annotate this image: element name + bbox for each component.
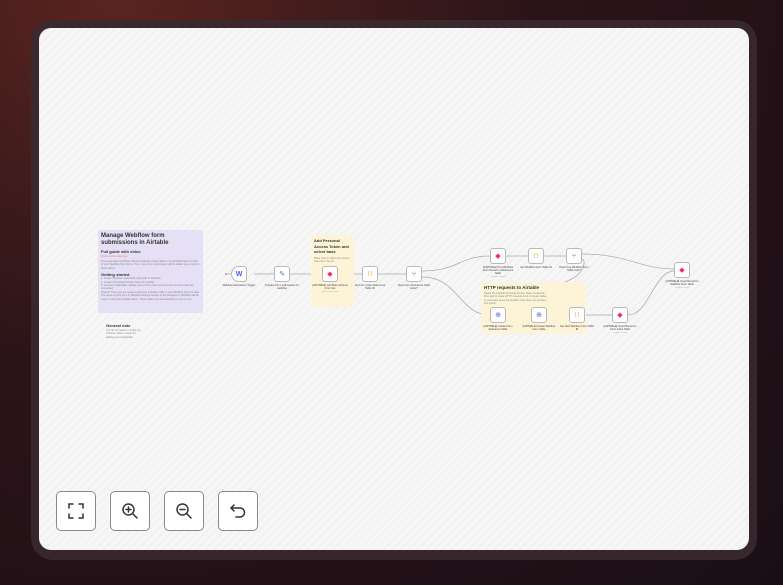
- zoom-out-icon: [176, 503, 192, 519]
- sticky-title: General note: [106, 323, 131, 328]
- workflow-canvas[interactable]: Manage Webflow form submissions in Airta…: [39, 28, 749, 550]
- node-subtitle: create: record: [613, 332, 627, 334]
- node-create-reference-table[interactable]: ⊕: [490, 307, 506, 323]
- webflow-icon: W: [235, 270, 243, 278]
- airtable-icon: ◆: [617, 311, 623, 319]
- node-label: Does Form Reference Table Exist?: [397, 284, 431, 291]
- node-create-webflow-table[interactable]: ⊕: [531, 307, 547, 323]
- code-icon: { }: [574, 311, 580, 318]
- connection: [627, 270, 675, 316]
- node-label: Prepare Form submission for workflow: [265, 284, 299, 291]
- airtable-icon: ◆: [679, 266, 685, 274]
- globe-icon: ⊕: [536, 311, 542, 319]
- sticky-subtitle: Full guide with video: [101, 249, 141, 254]
- video-link[interactable]: Check out the video here: [101, 255, 200, 258]
- node-subtitle: search: record: [491, 276, 505, 278]
- node-label: [AIRTABLE] Insert Record to Webflow Form…: [665, 280, 699, 287]
- zoom-out-button[interactable]: [164, 491, 204, 531]
- undo-icon: [230, 504, 246, 518]
- if-icon: ⑂: [411, 270, 417, 278]
- edit-icon: ✎: [279, 270, 285, 278]
- sticky-body: Select the Airtable Personal Access Toke…: [484, 292, 547, 306]
- node-form-table-exists[interactable]: ⑂: [566, 248, 582, 264]
- node-insert-webflow-record[interactable]: ◆: [674, 262, 690, 278]
- node-label: [AIRTABLE] Get Base Schema From Set: [312, 284, 348, 291]
- node-label: [AIRTABLE] Insert Record to Form Index T…: [603, 325, 637, 332]
- node-label: [AIRTABLE] Create Form Reference Table: [483, 325, 513, 332]
- zoom-in-icon: [122, 503, 138, 519]
- node-find-form-record[interactable]: ◆: [490, 248, 506, 264]
- node-insert-index-record[interactable]: ◆: [612, 307, 628, 323]
- node-label: Set Form Index Reference Table ID: [354, 284, 386, 291]
- node-subtitle: create: record: [675, 287, 689, 289]
- trigger-input-dot: [225, 273, 227, 275]
- airtable-icon: ◆: [327, 270, 333, 278]
- node-reference-table-exists[interactable]: ⑂: [406, 266, 422, 282]
- step-item: The name of your form in Webflow setting…: [101, 294, 199, 301]
- node-label: Does Your Webflow Form Table exist?: [559, 266, 589, 273]
- node-label: Get New Webflow Form Table ID: [559, 325, 595, 332]
- sticky-note-overview[interactable]: Manage Webflow form submissions in Airta…: [98, 230, 203, 313]
- node-webflow-trigger[interactable]: W: [231, 266, 247, 282]
- node-label: Get Webflow Form Table ID: [520, 266, 552, 269]
- zoom-in-button[interactable]: [110, 491, 150, 531]
- code-icon: { }: [367, 270, 373, 277]
- airtable-icon: ◆: [495, 252, 501, 260]
- if-icon: ⑂: [571, 252, 577, 260]
- sticky-intro: This automation workflow will automatica…: [101, 260, 200, 270]
- node-label: [AIRTABLE] Create Webflow Form Table: [522, 325, 556, 332]
- node-get-new-table-id[interactable]: { }: [569, 307, 585, 323]
- node-label: [AIRTABLE] Find Webflow Form Record in R…: [482, 266, 514, 276]
- node-subtitle: getSchema: base: [321, 291, 339, 293]
- fit-view-button[interactable]: [56, 491, 96, 531]
- sticky-title: Add Personal Access Token and select bas…: [314, 238, 349, 254]
- code-icon: { }: [533, 252, 539, 259]
- reset-zoom-button[interactable]: [218, 491, 258, 531]
- sticky-body: Make sure to select the correct base fro…: [314, 256, 350, 263]
- node-set-form-index[interactable]: { }: [362, 266, 378, 282]
- node-prepare-form[interactable]: ✎: [274, 266, 290, 282]
- sticky-title: Manage Webflow form submissions in Airta…: [101, 233, 169, 246]
- sticky-note-general[interactable]: General note You do not need to modify a…: [103, 320, 145, 342]
- step-item: 3. Connect credentials, update each of t…: [101, 284, 194, 291]
- node-get-form-table-id[interactable]: { }: [528, 248, 544, 264]
- sticky-title: HTTP requests to Airtable: [484, 285, 540, 290]
- connection: [581, 253, 675, 270]
- node-label: Webflow Submission Trigger: [222, 284, 256, 287]
- globe-icon: ⊕: [495, 311, 501, 319]
- sticky-body: You do not need to modify any of these n…: [106, 329, 141, 339]
- node-get-base-schema[interactable]: ◆: [322, 266, 338, 282]
- fit-view-icon: [68, 503, 84, 519]
- connection: [421, 276, 491, 316]
